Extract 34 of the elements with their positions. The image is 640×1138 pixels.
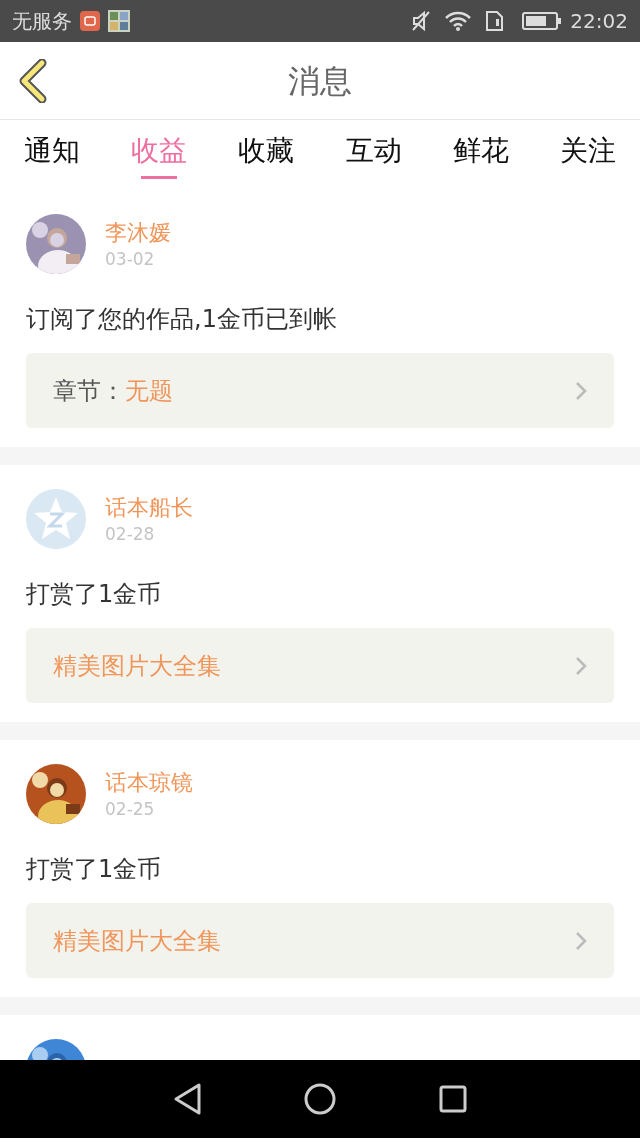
tab[interactable]: 互动	[345, 132, 402, 179]
message-date: 03-02	[105, 248, 156, 270]
work-title: 精美图片大全集	[53, 650, 221, 682]
chevron-right-icon	[575, 655, 587, 676]
chevron-right-icon	[575, 380, 587, 401]
work-title: 无题	[125, 375, 173, 407]
chapter-label: 章节：	[53, 375, 125, 407]
message-date: 02-28	[105, 523, 156, 545]
tab[interactable]: 鲜花	[452, 132, 509, 179]
back-chevron-icon	[18, 59, 48, 103]
gallery-app-icon	[108, 10, 130, 32]
chevron-right-icon	[575, 930, 587, 951]
tab[interactable]: 关注	[559, 132, 616, 179]
mute-icon	[410, 10, 433, 32]
tab[interactable]: 通知	[24, 132, 80, 179]
message-text: 打赏了1金币	[26, 579, 163, 610]
message-text: 打赏了1金币	[26, 854, 163, 885]
battery-icon	[522, 11, 563, 31]
recents-square-icon	[439, 1085, 468, 1113]
tab[interactable]: 收藏	[238, 132, 295, 179]
user-name: 李沐媛	[105, 219, 171, 247]
message-date: 02-25	[105, 798, 156, 820]
mail-app-icon	[80, 11, 100, 31]
user-name: 话本琼镜	[105, 769, 193, 797]
message-text: 订阅了您的作品,1金币已到帐	[26, 304, 338, 335]
star-logo-icon	[26, 489, 86, 549]
carrier-text: 无服务	[12, 8, 72, 35]
wifi-icon	[444, 10, 473, 32]
page-title: 消息	[288, 60, 352, 102]
user-name: 话本船长	[105, 494, 193, 522]
work-title: 精美图片大全集	[53, 925, 221, 957]
home-circle-icon	[304, 1083, 336, 1115]
work-link[interactable]: 章节：无题	[26, 353, 614, 428]
clock-text: 22:02	[570, 8, 628, 35]
